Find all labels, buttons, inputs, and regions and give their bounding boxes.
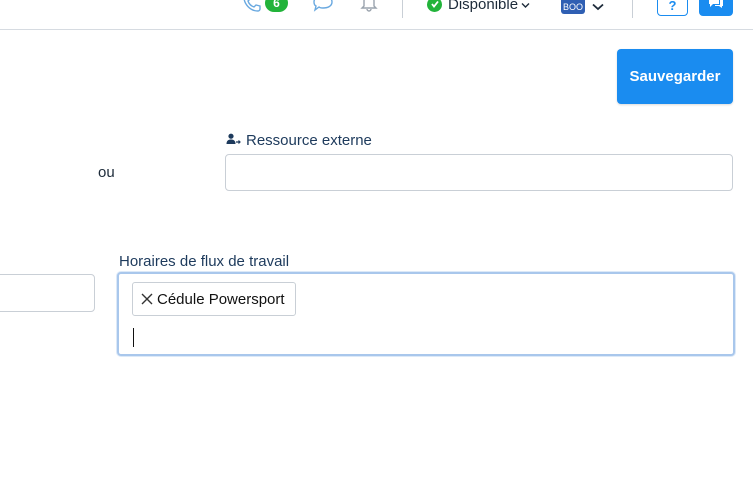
messages-button[interactable] [699,0,733,16]
divider [632,0,633,18]
close-icon[interactable] [141,293,153,305]
chevron-down-icon [521,0,530,13]
bell-icon[interactable] [360,0,378,17]
workflow-chip: Cédule Powersport [132,282,296,316]
message-icon [707,0,725,15]
check-circle-icon [427,0,442,12]
workflow-schedules-label: Horaires de flux de travail [119,253,290,270]
phone-icon[interactable] [242,0,262,17]
chat-bubble-icon[interactable] [312,0,334,17]
top-bar: 6 Disponible BOO ? [0,0,753,30]
divider [402,0,403,18]
help-button[interactable]: ? [657,0,688,16]
avatar-text: BOO [562,2,583,12]
text-caret [133,328,134,347]
external-resource-input[interactable] [225,154,733,191]
workflow-chip-label: Cédule Powersport [157,290,285,308]
external-resource-label-text: Ressource externe [246,132,372,149]
external-resource-label: Ressource externe [226,132,372,149]
status-dropdown[interactable]: Disponible [427,0,530,14]
or-label: ou [98,164,115,181]
save-button[interactable]: Sauvegarder [617,49,733,104]
workflow-schedules-multiselect[interactable]: Cédule Powersport [117,272,735,356]
call-count-badge: 6 [265,0,288,12]
chevron-down-icon[interactable] [592,0,604,16]
user-arrow-icon [226,132,246,149]
avatar[interactable]: BOO [561,0,585,14]
status-label: Disponible [448,0,519,13]
left-field[interactable] [0,274,95,312]
